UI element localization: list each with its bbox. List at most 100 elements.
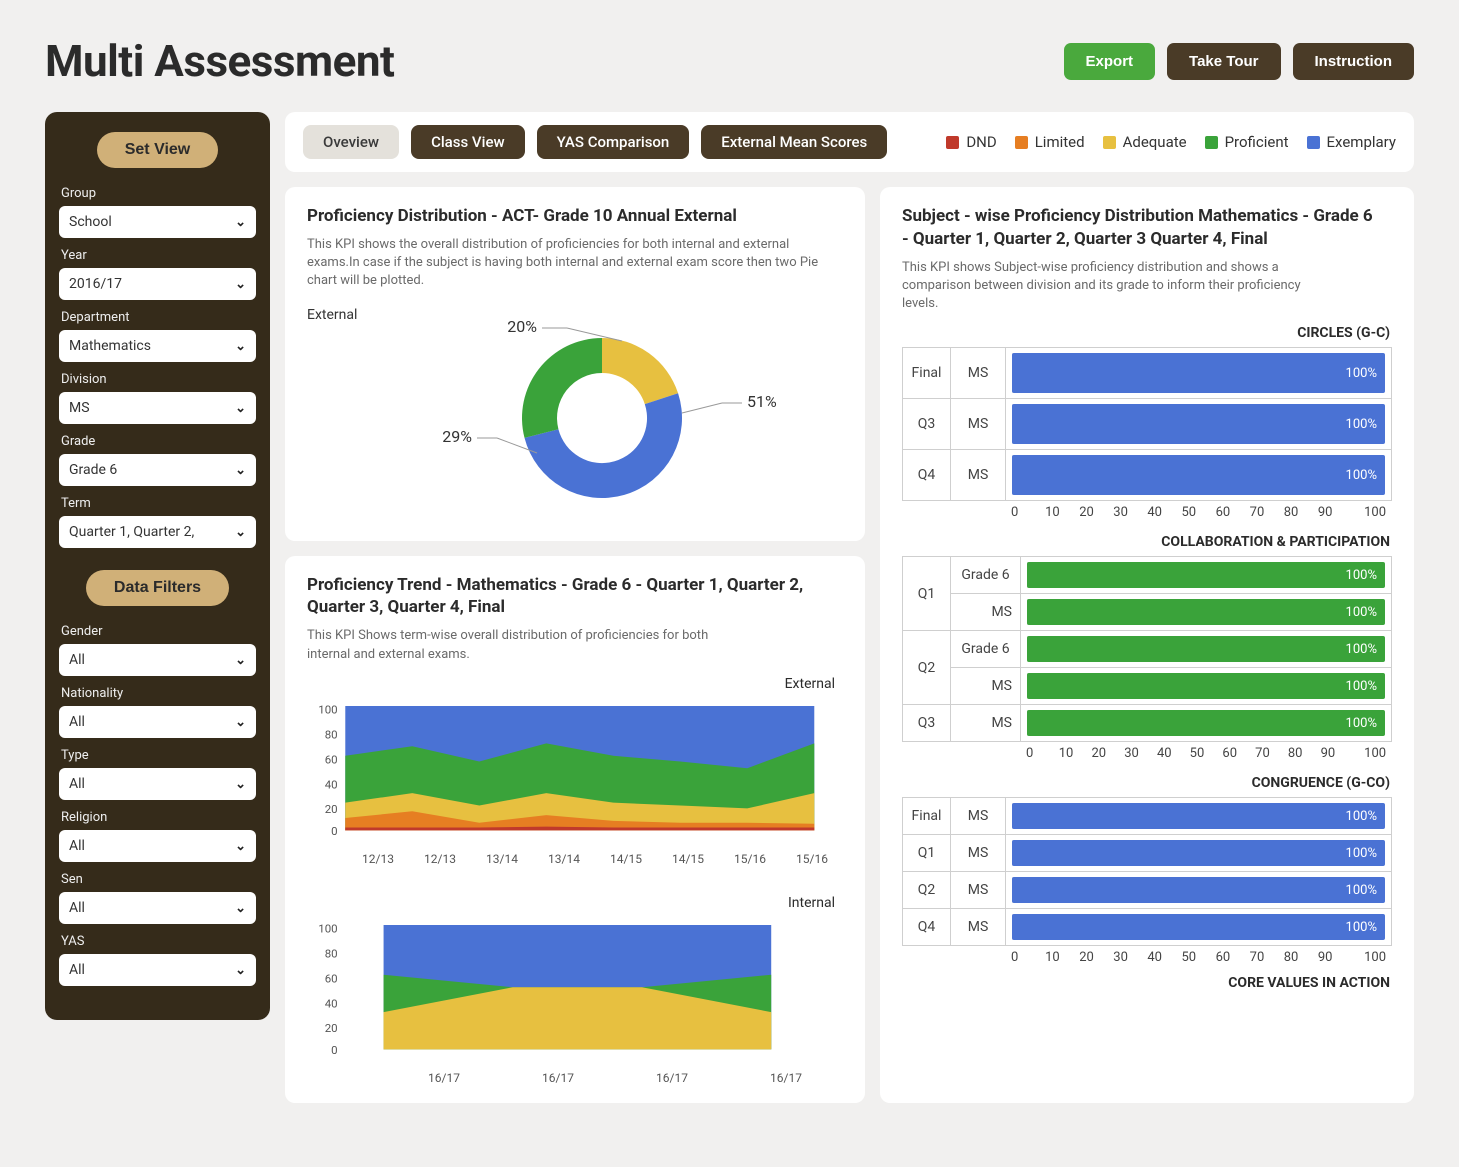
filter-label-religion: Religion — [61, 810, 254, 825]
svg-text:100: 100 — [318, 921, 337, 935]
select-value: All — [69, 776, 85, 792]
select-value: All — [69, 900, 85, 916]
select-value: All — [69, 838, 85, 854]
tabs-card: Oveview Class View YAS Comparison Extern… — [285, 112, 1414, 172]
axis-x-external: 12/1312/1313/1413/1414/1514/1515/1615/16 — [307, 852, 843, 866]
legend: DND Limited Adequate Proficient Exemplar… — [946, 133, 1396, 151]
svg-text:20%: 20% — [508, 317, 538, 336]
svg-text:51%: 51% — [747, 392, 777, 411]
axis-x: 0102030405060708090100 — [902, 501, 1392, 520]
bar-value: 100% — [1346, 468, 1377, 483]
card-proficiency-distribution: Proficiency Distribution - ACT- Grade 10… — [285, 187, 865, 541]
select-year[interactable]: 2016/17 ⌄ — [59, 268, 256, 300]
select-religion[interactable]: All ⌄ — [59, 830, 256, 862]
select-sen[interactable]: All ⌄ — [59, 892, 256, 924]
sidebar: Set View Group School ⌄ Year 2016/17 ⌄ D… — [45, 112, 270, 1020]
trend-external-label: External — [315, 676, 835, 692]
instruction-button[interactable]: Instruction — [1293, 43, 1415, 80]
hbar-chart-collaboration: Q1 Grade 6 100% MS 100% Q2 Grade 6 100% — [902, 556, 1392, 742]
chevron-down-icon: ⌄ — [235, 901, 246, 916]
data-filters-button[interactable]: Data Filters — [86, 570, 229, 606]
svg-text:29%: 29% — [443, 427, 473, 446]
bar-exemplary: 100% — [1012, 455, 1385, 495]
svg-text:0: 0 — [331, 824, 337, 838]
table-row: Q2 Grade 6 100% — [903, 631, 1392, 668]
bar-value: 100% — [1346, 642, 1377, 657]
select-nationality[interactable]: All ⌄ — [59, 706, 256, 738]
set-view-button[interactable]: Set View — [97, 132, 219, 168]
legend-exemplary: Exemplary — [1307, 133, 1396, 151]
bar-value: 100% — [1346, 809, 1377, 824]
take-tour-button[interactable]: Take Tour — [1167, 43, 1280, 80]
filter-label-division: Division — [61, 372, 254, 387]
select-group[interactable]: School ⌄ — [59, 206, 256, 238]
section-heading-congruence: CONGRUENCE (G-CO) — [904, 775, 1390, 791]
card-description: This KPI shows Subject-wise proficiency … — [902, 259, 1332, 314]
table-row: MS 100% — [903, 668, 1392, 705]
bar-proficient: 100% — [1027, 599, 1385, 625]
bar-proficient: 100% — [1027, 636, 1385, 662]
bar-value: 100% — [1346, 716, 1377, 731]
select-term[interactable]: Quarter 1, Quarter 2, ⌄ — [59, 516, 256, 548]
swatch-icon — [1015, 136, 1028, 149]
select-value: Mathematics — [69, 338, 151, 354]
legend-limited: Limited — [1015, 133, 1085, 151]
select-department[interactable]: Mathematics ⌄ — [59, 330, 256, 362]
bar-value: 100% — [1346, 883, 1377, 898]
bar-value: 100% — [1346, 846, 1377, 861]
axis-x-internal: 16/1716/1716/1716/17 — [307, 1071, 843, 1085]
chevron-down-icon: ⌄ — [235, 277, 246, 292]
donut-series-label: External — [307, 303, 357, 323]
filter-label-department: Department — [61, 310, 254, 325]
legend-label: Limited — [1035, 133, 1085, 151]
bar-value: 100% — [1346, 568, 1377, 583]
page-title: Multi Assessment — [45, 35, 394, 87]
axis-x: 0102030405060708090100 — [902, 742, 1392, 761]
tab-class-view[interactable]: Class View — [411, 125, 525, 159]
select-grade[interactable]: Grade 6 ⌄ — [59, 454, 256, 486]
filter-label-type: Type — [61, 748, 254, 763]
chevron-down-icon: ⌄ — [235, 339, 246, 354]
table-row: Q1 MS 100% — [903, 835, 1392, 872]
export-button[interactable]: Export — [1064, 43, 1156, 80]
filter-label-nationality: Nationality — [61, 686, 254, 701]
select-type[interactable]: All ⌄ — [59, 768, 256, 800]
bar-exemplary: 100% — [1012, 404, 1385, 444]
svg-text:0: 0 — [331, 1043, 337, 1057]
legend-label: DND — [966, 133, 996, 151]
axis-x: 0102030405060708090100 — [902, 946, 1392, 965]
tab-overview[interactable]: Oveview — [303, 125, 399, 159]
bar-value: 100% — [1346, 605, 1377, 620]
select-gender[interactable]: All ⌄ — [59, 644, 256, 676]
select-value: 2016/17 — [69, 276, 122, 292]
tab-external-mean[interactable]: External Mean Scores — [701, 125, 887, 159]
select-yas[interactable]: All ⌄ — [59, 954, 256, 986]
card-description: This KPI shows the overall distribution … — [307, 236, 843, 291]
svg-text:40: 40 — [325, 996, 338, 1010]
filter-label-group: Group — [61, 186, 254, 201]
swatch-icon — [1103, 136, 1116, 149]
legend-adequate: Adequate — [1103, 133, 1187, 151]
tab-yas-comparison[interactable]: YAS Comparison — [537, 125, 690, 159]
svg-text:20: 20 — [325, 1021, 338, 1035]
top-buttons: Export Take Tour Instruction — [1064, 43, 1414, 80]
chevron-down-icon: ⌄ — [235, 653, 246, 668]
chevron-down-icon: ⌄ — [235, 401, 246, 416]
filter-label-yas: YAS — [61, 934, 254, 949]
svg-text:100: 100 — [318, 702, 337, 716]
legend-label: Exemplary — [1327, 133, 1396, 151]
select-value: All — [69, 962, 85, 978]
bar-exemplary: 100% — [1012, 877, 1385, 903]
bar-proficient: 100% — [1027, 710, 1385, 736]
legend-proficient: Proficient — [1205, 133, 1289, 151]
legend-dnd: DND — [946, 133, 996, 151]
select-division[interactable]: MS ⌄ — [59, 392, 256, 424]
filter-label-term: Term — [61, 496, 254, 511]
filter-label-sen: Sen — [61, 872, 254, 887]
tabs: Oveview Class View YAS Comparison Extern… — [303, 125, 887, 159]
chevron-down-icon: ⌄ — [235, 715, 246, 730]
chevron-down-icon: ⌄ — [235, 463, 246, 478]
area-chart-internal: 100 80 60 40 20 0 — [307, 917, 843, 1067]
section-heading-circles: CIRCLES (G-C) — [904, 325, 1390, 341]
table-row: Q1 Grade 6 100% — [903, 557, 1392, 594]
